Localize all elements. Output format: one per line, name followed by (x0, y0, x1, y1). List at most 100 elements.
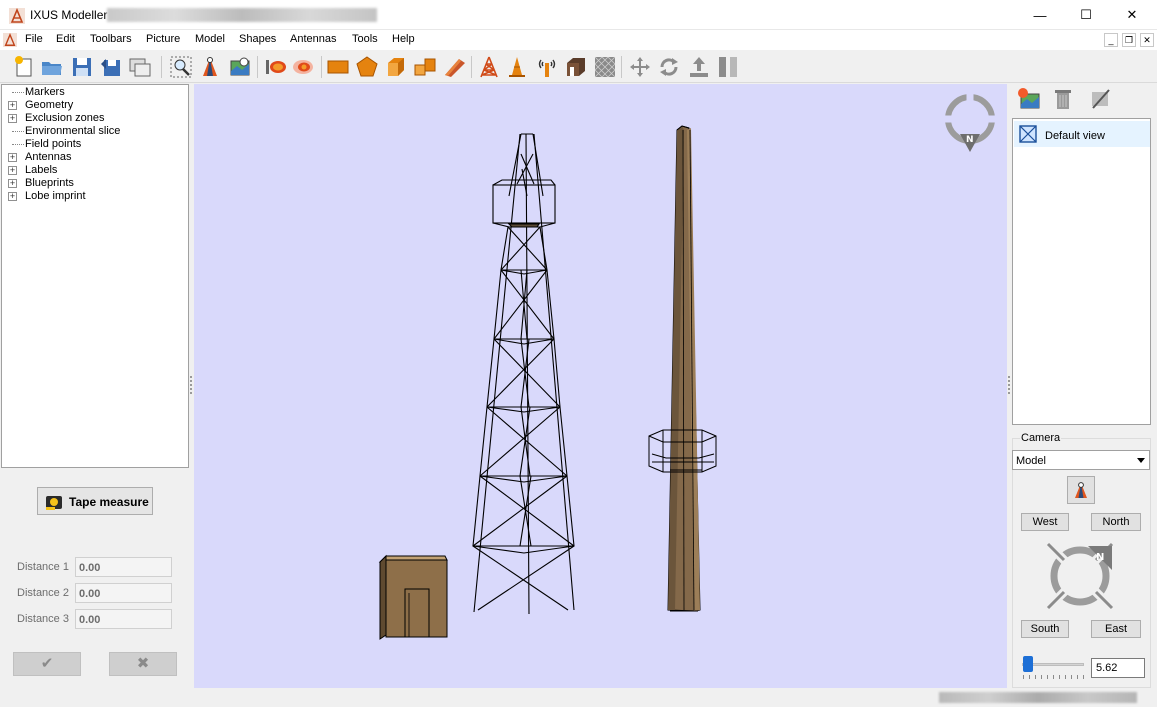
expand-icon[interactable]: + (8, 114, 17, 123)
new-file-icon[interactable] (12, 55, 36, 79)
menu-tools[interactable]: Tools (352, 33, 378, 45)
distance-1-label: Distance 1 (17, 561, 69, 573)
distance-2-field: 0.00 (75, 583, 172, 603)
maximize-button[interactable]: ☐ (1063, 0, 1109, 30)
roof-shape-icon[interactable] (443, 55, 467, 79)
menu-help[interactable]: Help (392, 33, 415, 45)
pentagon-shape-icon[interactable] (355, 55, 379, 79)
add-view-icon[interactable] (1015, 86, 1041, 112)
east-button[interactable]: East (1091, 620, 1141, 638)
camera-mode-select[interactable]: Model (1012, 450, 1150, 470)
camera-group-title: Camera (1020, 432, 1062, 444)
distance-2-label: Distance 2 (17, 587, 69, 599)
menu-picture[interactable]: Picture (146, 33, 180, 45)
right-splitter[interactable] (1008, 376, 1010, 394)
camera-compass-icon[interactable]: N (1042, 540, 1118, 610)
picture-view-icon[interactable] (228, 55, 252, 79)
save-icon[interactable] (70, 55, 94, 79)
3d-viewport[interactable]: N (194, 84, 1007, 688)
menu-toolbars[interactable]: Toolbars (90, 33, 132, 45)
title-bar: IXUS Modeller — ☐ ✕ (0, 0, 1157, 30)
zoom-select-icon[interactable] (169, 55, 193, 79)
window-title: IXUS Modeller (30, 8, 108, 22)
mdi-minimize-button[interactable]: _ (1104, 33, 1118, 47)
view-compass-icon[interactable]: N (942, 92, 998, 152)
lattice-tower[interactable] (472, 133, 575, 615)
cube-shape-icon[interactable] (384, 55, 408, 79)
save-as-icon[interactable] (99, 55, 123, 79)
tree-item-blueprints[interactable]: + Blueprints (2, 177, 188, 190)
chevron-down-icon (1137, 458, 1145, 463)
shelter-building[interactable] (378, 554, 448, 640)
list-item-default-view[interactable]: Default view (1014, 121, 1150, 147)
tree-line (12, 92, 24, 93)
view-label: Default view (1045, 130, 1105, 142)
expand-icon[interactable]: + (8, 192, 17, 201)
main-toolbar (0, 51, 1157, 83)
confirm-button[interactable]: ✔ (13, 652, 81, 676)
menu-shapes[interactable]: Shapes (239, 33, 276, 45)
close-button[interactable]: ✕ (1109, 0, 1155, 30)
tree-item-label: Exclusion zones (25, 112, 105, 124)
tree-item-antennas[interactable]: + Antennas (2, 151, 188, 164)
views-list: Default view (1012, 118, 1151, 425)
tree-item-geometry[interactable]: + Geometry (2, 99, 188, 112)
tree-item-exclusion-zones[interactable]: + Exclusion zones (2, 112, 188, 125)
west-button[interactable]: West (1021, 513, 1069, 531)
menu-file[interactable]: File (25, 33, 43, 45)
north-button[interactable]: North (1091, 513, 1141, 531)
expand-icon[interactable]: + (8, 166, 17, 175)
lattice-tower-icon[interactable] (477, 55, 501, 79)
blocks-shape-icon[interactable] (413, 55, 437, 79)
mesh-icon[interactable] (593, 55, 617, 79)
lobe-imprint-icon[interactable] (291, 55, 315, 79)
model-tree: Markers + Geometry + Exclusion zones Environm… (1, 84, 189, 468)
tree-item-environmental-slice[interactable]: Environmental slice (2, 125, 188, 138)
camera-top-view-button[interactable] (1067, 476, 1095, 504)
mdi-close-button[interactable]: ✕ (1140, 33, 1154, 47)
cone-tower-icon[interactable] (505, 55, 529, 79)
left-splitter[interactable] (190, 376, 192, 394)
document-icon (3, 33, 17, 47)
expand-icon[interactable]: + (8, 101, 17, 110)
delete-view-icon[interactable] (1050, 86, 1076, 112)
menu-antennas[interactable]: Antennas (290, 33, 336, 45)
tree-item-label: Geometry (25, 99, 74, 111)
split-icon[interactable] (716, 55, 740, 79)
edit-view-icon[interactable] (1087, 86, 1113, 112)
tree-item-label: Lobe imprint (25, 190, 86, 202)
building-icon[interactable] (564, 55, 588, 79)
expand-icon[interactable]: + (8, 179, 17, 188)
cancel-button[interactable]: ✖ (109, 652, 177, 676)
menu-model[interactable]: Model (195, 33, 225, 45)
viewport-compass-letter: N (966, 135, 974, 145)
expand-icon[interactable]: + (8, 153, 17, 162)
tape-measure-button[interactable]: Tape measure (37, 487, 153, 515)
tree-item-field-points[interactable]: Field points (2, 138, 188, 151)
camera-compass-letter: N (1096, 552, 1104, 563)
lobe-icon[interactable] (263, 55, 287, 79)
move-icon[interactable] (628, 55, 652, 79)
south-button[interactable]: South (1021, 620, 1069, 638)
tree-item-label: Antennas (25, 151, 72, 163)
antenna-icon[interactable] (535, 55, 559, 79)
menu-edit[interactable]: Edit (56, 33, 75, 45)
mdi-restore-button[interactable]: ❐ (1122, 33, 1136, 47)
screenshots-icon[interactable] (128, 55, 152, 79)
tree-item-markers[interactable]: Markers (2, 86, 188, 99)
place-tower-icon[interactable] (198, 55, 222, 79)
lift-icon[interactable] (687, 55, 711, 79)
open-folder-icon[interactable] (40, 55, 64, 79)
zoom-slider-thumb[interactable] (1023, 656, 1033, 672)
box-shape-icon[interactable] (326, 55, 350, 79)
monopole[interactable] (648, 125, 717, 612)
zoom-slider[interactable] (1020, 656, 1086, 682)
camera-mode-value: Model (1016, 455, 1046, 467)
zoom-value-field[interactable]: 5.62 (1091, 658, 1145, 678)
minimize-button[interactable]: — (1017, 0, 1063, 30)
tree-item-label: Field points (25, 138, 82, 150)
rotate-icon[interactable] (657, 55, 681, 79)
tree-item-lobe-imprint[interactable]: + Lobe imprint (2, 190, 188, 203)
tree-item-labels[interactable]: + Labels (2, 164, 188, 177)
status-bar (0, 688, 1157, 707)
